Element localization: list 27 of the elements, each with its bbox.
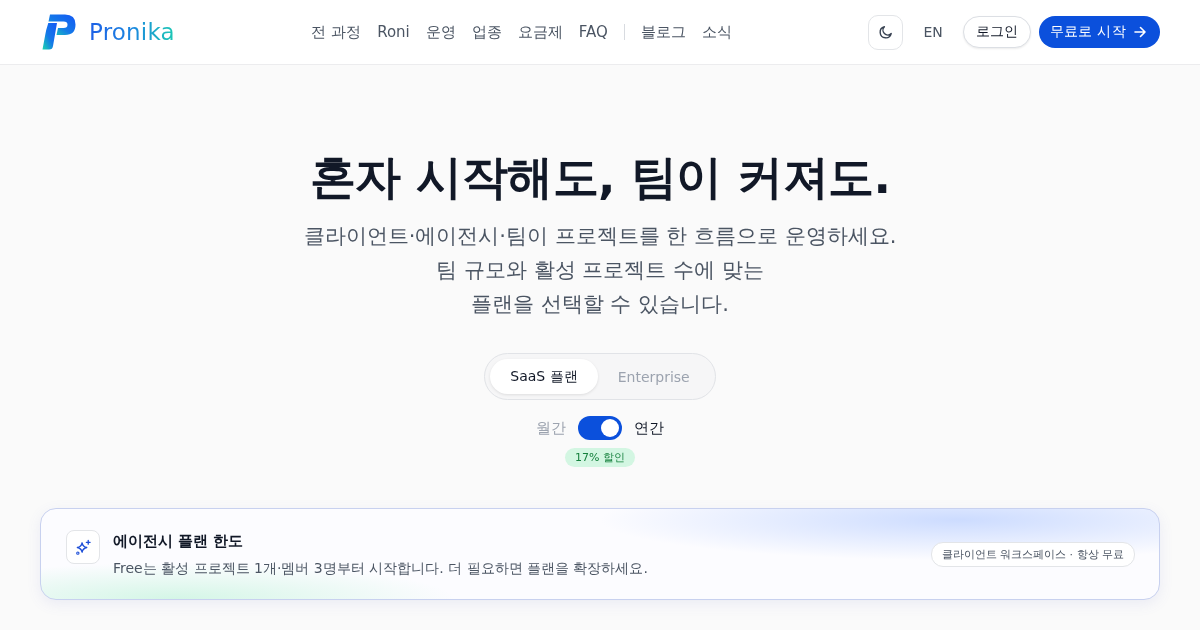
nav-link[interactable]: 전 과정 [311, 22, 362, 42]
logo-icon [40, 14, 76, 50]
theme-toggle-button[interactable] [868, 14, 904, 50]
annual-label: 연간 [634, 418, 664, 438]
workspace-tag: 클라이언트 워크스페이스 · 항상 무료 [930, 541, 1135, 567]
nav-link[interactable]: 소식 [701, 22, 732, 42]
login-button[interactable]: 로그인 [962, 16, 1031, 48]
language-button[interactable]: EN [911, 18, 955, 46]
nav-link[interactable]: FAQ [578, 23, 608, 41]
hero-heading: 혼자 시작해도, 팀이 커져도. [309, 149, 891, 205]
sparkle-icon [66, 530, 100, 564]
brand-logo-link[interactable]: Pronika [40, 14, 175, 50]
start-free-button[interactable]: 무료로 시작 [1038, 16, 1160, 48]
monthly-label: 월간 [536, 418, 566, 438]
hero-subtitle: 클라이언트·에이전시·팀이 프로젝트를 한 흐름으로 운영하세요. 팀 규모와 활성 프로젝트 수에 맞는 플랜을 선택할 수 있습니다. [303, 223, 897, 318]
nav-link[interactable]: 블로그 [640, 22, 686, 42]
discount-badge: 17% 할인 [565, 448, 635, 467]
moon-icon [877, 24, 894, 40]
card-description: Free는 활성 프로젝트 1개·멤버 3명부터 시작합니다. 더 필요하면 플랜을 확장하세요. [113, 559, 648, 578]
nav-link[interactable]: 운영 [425, 22, 456, 42]
nav-link[interactable]: 요금제 [517, 22, 563, 42]
plan-tab[interactable]: SaaS 플랜 [490, 359, 598, 394]
nav-link[interactable]: 업종 [471, 22, 502, 42]
billing-toggle[interactable] [578, 416, 622, 440]
card-title: 에이전시 플랜 한도 [113, 531, 245, 551]
nav-link[interactable]: Roni [377, 23, 410, 41]
arrow-right-icon [1134, 26, 1146, 38]
